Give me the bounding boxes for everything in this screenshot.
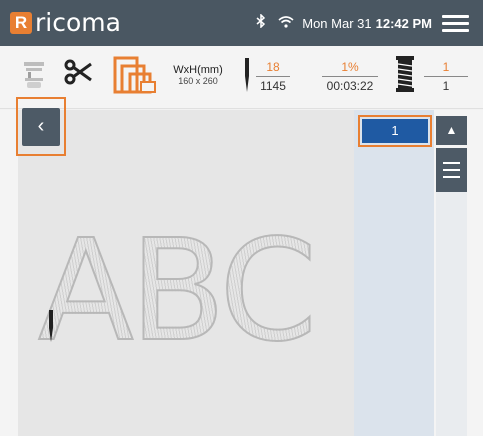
list-button[interactable] [436,148,467,192]
progress-percent: 1% [341,60,359,74]
color-chip-selected[interactable]: 1 [362,119,428,143]
design-size: WxH(mm) 160 x 260 [168,64,228,86]
thread-spool-icon [395,56,415,97]
status-time: 12:42 PM [375,15,432,31]
hoop-frame-icon[interactable] [113,56,157,99]
thread-current: 1 [442,60,450,74]
status-date: Mon Mar 31 [302,15,372,31]
left-margin [0,110,18,436]
machine-head-icon[interactable] [22,56,46,95]
size-label: WxH(mm) [173,64,223,76]
needle-position-icon [48,310,54,347]
thread-total: 1 [442,79,450,93]
size-value: 160 x 260 [178,76,218,86]
thread-divider [424,76,468,77]
chevron-left-icon: ‹ [37,115,45,137]
design-preview-text: ABC [37,210,318,373]
progress-counter: 1% 00:03:22 [322,60,378,93]
triangle-up-icon: ▲ [445,123,458,137]
needle-icon [243,58,251,97]
bluetooth-icon [256,13,266,32]
progress-divider [322,76,378,77]
ricoma-logo: R ricoma [10,8,121,37]
wifi-icon [278,15,294,31]
scroll-up-button[interactable]: ▲ [436,116,467,145]
toolbar: WxH(mm) 160 x 260 18 1145 1% 00:03:22 1 … [0,46,483,109]
stitch-divider [256,76,290,77]
status-area: Mon Mar 31 12:42 PM [256,13,469,32]
progress-time: 00:03:22 [326,79,374,93]
logo-text: ricoma [35,8,121,37]
scrollbar-track[interactable] [436,192,467,436]
list-icon [443,162,460,164]
logo-mark: R [10,12,32,34]
top-bar: R ricoma Mon Mar 31 12:42 PM [0,0,483,46]
hamburger-menu-icon[interactable] [442,14,469,32]
color-sequence-panel [354,110,434,436]
stitch-current: 18 [266,60,280,74]
stitch-counter: 18 1145 [256,60,290,93]
stitch-total: 1145 [260,79,286,93]
back-button[interactable]: ‹ [22,108,60,146]
thread-counter: 1 1 [424,60,468,93]
trim-scissors-icon[interactable] [64,58,94,91]
